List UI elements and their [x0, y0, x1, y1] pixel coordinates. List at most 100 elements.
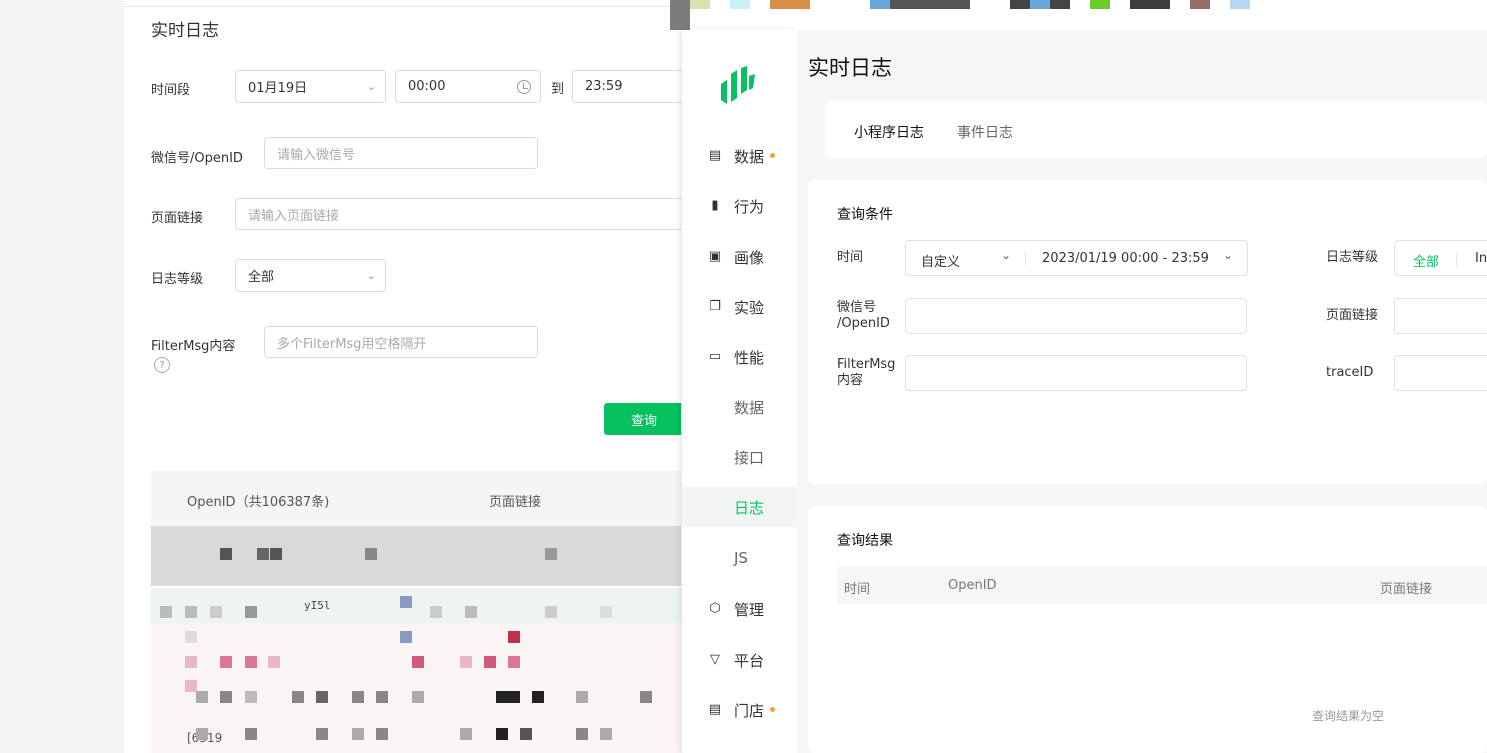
mosaic-cell [245, 691, 257, 703]
page-link-label: 页面链接 [1326, 308, 1379, 323]
mosaic-cell [600, 606, 612, 618]
mosaic-cell [400, 596, 412, 608]
log-level-value: 全部 [248, 270, 275, 285]
sidebar-item-label: 管理 [734, 600, 765, 619]
sidebar-nav: ▤ 数据 ▮ 行为 ▣ 画像 ❐ 实验 ▭ 性能 数据 接口 日志 JS ⬡ 管理 ▽ 平台 ▤ 门店 [681, 30, 798, 753]
mosaic-cell [352, 728, 364, 740]
store-icon: ▤ [708, 702, 722, 717]
sidebar-item-label: 数据 [734, 147, 765, 166]
sidebar-item-main-4[interactable]: ▭ 性能 [682, 337, 798, 377]
wechat-input[interactable]: 请输入微信号 [264, 137, 538, 169]
mosaic-cell [185, 631, 197, 643]
sidebar-item-sub-0[interactable]: 数据 [682, 387, 798, 427]
clock-icon [517, 80, 531, 94]
sidebar-item-label: 日志 [734, 498, 765, 517]
sidebar-item-sub-2[interactable]: 日志 [682, 487, 798, 527]
log-level-select[interactable]: 全部 ⌄ [235, 259, 386, 292]
mosaic-cell [316, 691, 328, 703]
mosaic-cell [484, 656, 496, 668]
mosaic-cell [185, 606, 197, 618]
mosaic-cell [412, 656, 424, 668]
scroll-handle[interactable] [670, 0, 690, 30]
sidebar-item-bottom-0[interactable]: ⬡ 管理 [682, 589, 798, 629]
help-icon[interactable]: ? [154, 357, 170, 373]
sidebar-item-sub-3[interactable]: JS [682, 538, 798, 578]
page-link-input[interactable] [1394, 298, 1487, 334]
notification-dot [770, 153, 775, 158]
level-option-all[interactable]: 全部 [1413, 251, 1439, 270]
mosaic-cell [412, 691, 424, 703]
mosaic-cell [316, 728, 328, 740]
mosaic-cell [376, 728, 388, 740]
tab-miniprogram-log[interactable]: 小程序日志 [854, 122, 924, 142]
monitor-icon: ▭ [708, 349, 722, 364]
mosaic-cell [576, 728, 588, 740]
date-select[interactable]: 01月19日 ⌄ [235, 70, 386, 103]
time-range-label: 时间段 [151, 83, 191, 98]
divider [1456, 253, 1457, 267]
sidebar-item-main-0[interactable]: ▤ 数据 [682, 136, 798, 176]
mosaic-cell [196, 691, 208, 703]
sidebar-item-main-1[interactable]: ▮ 行为 [682, 186, 798, 226]
date-value: 01月19日 [248, 81, 308, 96]
mosaic-cell [430, 606, 442, 618]
mosaic-cell [245, 606, 257, 618]
stripe-artifact [770, 0, 810, 9]
results-table-header: 时间 OpenID 页面链接 [837, 566, 1487, 604]
start-time-input[interactable]: 00:00 [395, 70, 541, 103]
portrait-icon: ▣ [708, 249, 722, 264]
time-range-select[interactable]: 自定义 ⌄ 2023/01/19 00:00 - 23:59 ⌄ [905, 240, 1248, 276]
notification-dot [770, 707, 775, 712]
level-option-info[interactable]: In [1475, 251, 1487, 266]
mosaic-cell [257, 548, 269, 560]
sidebar-item-label: JS [734, 549, 748, 567]
mosaic-cell [508, 656, 520, 668]
mosaic-cell [496, 691, 508, 703]
wechat-label: 微信号 /OpenID [837, 300, 890, 332]
mosaic-cell [400, 631, 412, 643]
sidebar-item-bottom-1[interactable]: ▽ 平台 [682, 640, 798, 680]
page-link-input[interactable]: 请输入页面链接 [235, 198, 684, 230]
filtermsg-label-line1: FilterMsg [837, 357, 896, 372]
filtermsg-input[interactable]: 多个FilterMsg用空格隔开 [264, 326, 538, 358]
page-title: 实时日志 [808, 56, 892, 80]
sidebar-item-main-3[interactable]: ❐ 实验 [682, 287, 798, 327]
mosaic-cell [460, 656, 472, 668]
traceid-input[interactable] [1394, 355, 1487, 391]
wechat-input[interactable] [905, 298, 1247, 334]
platform-icon: ▽ [710, 652, 720, 667]
sidebar-item-sub-1[interactable]: 接口 [682, 437, 798, 477]
query-button[interactable]: 查询 [604, 403, 684, 435]
mosaic-cell [196, 728, 208, 740]
mosaic-cell [532, 691, 544, 703]
row-fragment: yI5l [304, 599, 331, 612]
sidebar-item-label: 实验 [734, 298, 765, 317]
sidebar-item-label: 数据 [734, 398, 765, 417]
old-page-title: 实时日志 [151, 21, 219, 41]
wechat-label-line1: 微信号 [837, 300, 877, 315]
mosaic-cell [245, 728, 257, 740]
empty-results-text: 查询结果为空 [1312, 709, 1385, 723]
bar-chart-icon: ▮ [711, 198, 719, 213]
background-strip [0, 0, 124, 753]
end-time-input[interactable]: 23:59 [572, 70, 684, 103]
wechat-placeholder: 请输入微信号 [277, 147, 356, 163]
mosaic-cell [640, 691, 652, 703]
conditions-title: 查询条件 [837, 207, 893, 223]
filtermsg-placeholder: 多个FilterMsg用空格隔开 [277, 336, 427, 352]
filtermsg-label: FilterMsg 内容 [837, 357, 895, 389]
results-title: 查询结果 [837, 533, 893, 549]
stripe-artifact [1230, 0, 1250, 9]
tab-event-log[interactable]: 事件日志 [957, 122, 1013, 142]
mosaic-cell [376, 691, 388, 703]
wechat-label-line2: /OpenID [837, 316, 890, 331]
sidebar-item-label: 平台 [734, 651, 765, 670]
stripe-artifact [690, 0, 710, 9]
filtermsg-input[interactable] [905, 355, 1247, 391]
sidebar-item-bottom-2[interactable]: ▤ 门店 [682, 690, 798, 730]
sidebar-item-label: 性能 [734, 348, 765, 367]
sidebar-item-main-2[interactable]: ▣ 画像 [682, 237, 798, 277]
copy-squares-icon: ❐ [709, 299, 721, 314]
mosaic-cell [220, 656, 232, 668]
mosaic-cell [545, 548, 557, 560]
